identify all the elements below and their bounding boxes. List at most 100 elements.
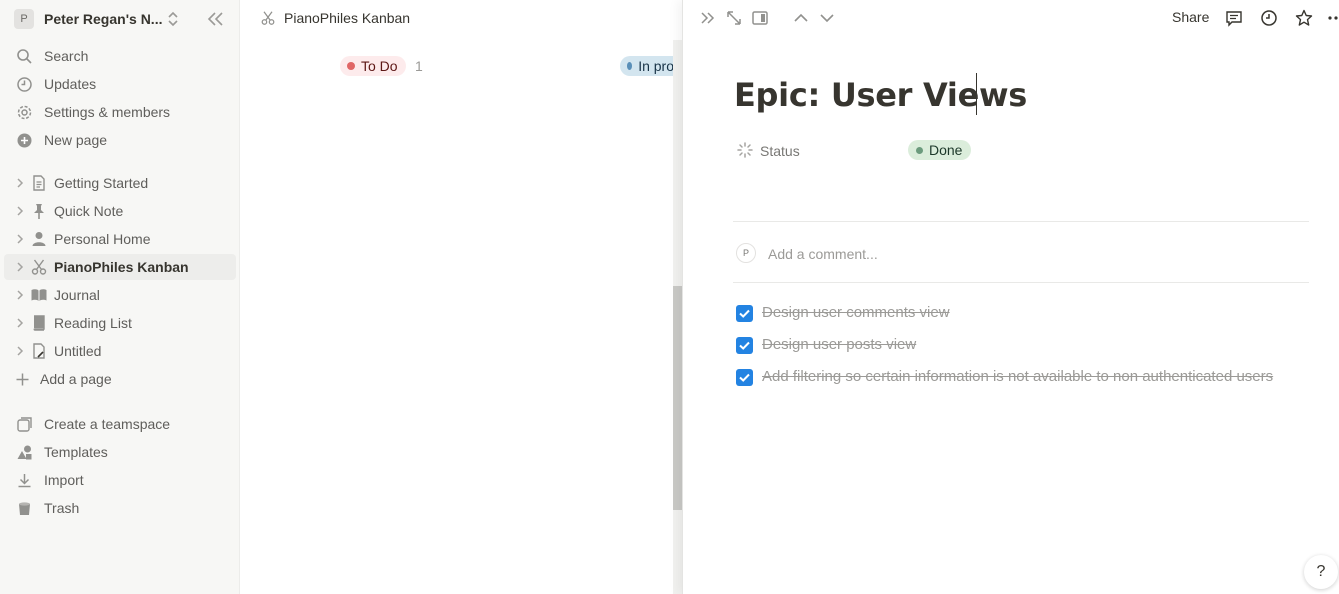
expand-icon[interactable] bbox=[725, 9, 743, 27]
sidebar-item-label: Untitled bbox=[54, 343, 102, 359]
search-icon bbox=[17, 49, 32, 64]
trash-button[interactable]: Trash bbox=[4, 495, 236, 521]
sidebar-item-getting-started[interactable]: Getting Started bbox=[4, 170, 236, 196]
workspace-avatar: P bbox=[14, 9, 34, 29]
status-dot bbox=[347, 62, 355, 70]
chevron-down-icon[interactable] bbox=[818, 9, 836, 27]
workspace-name: Peter Regan's N... bbox=[44, 11, 163, 27]
download-icon bbox=[18, 474, 31, 488]
sidebar-item-label: Journal bbox=[54, 287, 100, 303]
nav-label: Import bbox=[44, 472, 84, 488]
shapes-icon bbox=[17, 445, 32, 460]
share-button[interactable]: Share bbox=[1172, 9, 1209, 25]
sidebar-item-label: Getting Started bbox=[54, 175, 149, 191]
comment-icon[interactable] bbox=[1225, 9, 1243, 27]
plus-circle-icon bbox=[17, 133, 32, 148]
scissors-icon bbox=[261, 11, 275, 25]
sidebar-item-journal[interactable]: Journal bbox=[4, 282, 236, 308]
chevron-up-icon[interactable] bbox=[792, 9, 810, 27]
collapse-sidebar-icon[interactable] bbox=[206, 10, 226, 28]
checkbox[interactable] bbox=[736, 369, 753, 386]
chevron-up-down-icon[interactable] bbox=[166, 10, 180, 28]
help-button[interactable]: ? bbox=[1304, 555, 1338, 589]
status-dot bbox=[627, 62, 633, 70]
todo-text[interactable]: Add filtering so certain information is … bbox=[762, 365, 1292, 389]
board-scrollbar-thumb[interactable] bbox=[673, 286, 682, 510]
sidebar-item-personal-home[interactable]: Personal Home bbox=[4, 226, 236, 252]
page-title[interactable]: Epic: User Views bbox=[734, 76, 1027, 114]
add-page-label: Add a page bbox=[40, 371, 112, 387]
check-icon bbox=[739, 309, 750, 318]
sidebar-item-label: PianoPhiles Kanban bbox=[54, 259, 189, 275]
sidebar-item-label: Personal Home bbox=[54, 231, 151, 247]
chevron-right-icon[interactable] bbox=[14, 345, 26, 357]
nav-search[interactable]: Search bbox=[4, 43, 236, 69]
app-window: P Peter Regan's N... Search Updates Sett… bbox=[0, 0, 1339, 594]
sidebar-item-label: Reading List bbox=[54, 315, 132, 331]
comment-input[interactable]: Add a comment... bbox=[768, 246, 878, 262]
side-peek-icon[interactable] bbox=[751, 9, 769, 27]
plus-icon bbox=[16, 373, 29, 386]
trash-icon bbox=[19, 502, 30, 515]
book-open-icon bbox=[31, 289, 47, 301]
nav-new-page[interactable]: New page bbox=[4, 127, 236, 153]
templates-button[interactable]: Templates bbox=[4, 439, 236, 465]
workspace-switcher[interactable]: P Peter Regan's N... bbox=[14, 8, 234, 30]
checkbox[interactable] bbox=[736, 337, 753, 354]
history-icon[interactable] bbox=[1260, 9, 1278, 27]
status-dot bbox=[916, 146, 923, 154]
document-icon bbox=[33, 175, 45, 191]
document-edit-icon bbox=[33, 343, 45, 359]
nav-settings[interactable]: Settings & members bbox=[4, 99, 236, 125]
nav-label: New page bbox=[44, 132, 108, 148]
chevron-right-icon[interactable] bbox=[14, 177, 26, 189]
scissors-icon bbox=[31, 259, 47, 275]
nav-label: Updates bbox=[44, 76, 97, 92]
create-teamspace-button[interactable]: Create a teamspace bbox=[4, 411, 236, 437]
divider bbox=[733, 221, 1309, 222]
page-peek-panel: Share Epic: User Views Status Done P Add… bbox=[682, 0, 1339, 594]
gear-icon bbox=[17, 105, 32, 120]
check-icon bbox=[739, 341, 750, 350]
star-icon[interactable] bbox=[1295, 9, 1313, 27]
teamspace-icon bbox=[17, 417, 32, 432]
chevron-right-icon[interactable] bbox=[14, 205, 26, 217]
sidebar-item-pianophiles-kanban[interactable]: PianoPhiles Kanban bbox=[4, 254, 236, 280]
status-badge[interactable]: Done bbox=[908, 140, 972, 160]
pin-icon bbox=[34, 204, 44, 219]
chevron-right-icon[interactable] bbox=[14, 289, 26, 301]
breadcrumb[interactable]: PianoPhiles Kanban bbox=[260, 10, 410, 26]
nav-label: Settings & members bbox=[44, 104, 171, 120]
import-button[interactable]: Import bbox=[4, 467, 236, 493]
todo-text[interactable]: Design user posts view bbox=[762, 333, 1292, 357]
loading-spinner-icon bbox=[737, 142, 753, 158]
sidebar-item-reading-list[interactable]: Reading List bbox=[4, 310, 236, 336]
todo-text[interactable]: Design user comments view bbox=[762, 301, 1292, 325]
sidebar-item-untitled[interactable]: Untitled bbox=[4, 338, 236, 364]
person-icon bbox=[32, 232, 46, 246]
nav-label: Create a teamspace bbox=[44, 416, 171, 432]
sidebar: P Peter Regan's N... Search Updates Sett… bbox=[0, 0, 240, 594]
book-icon bbox=[33, 315, 45, 331]
checkbox[interactable] bbox=[736, 305, 753, 322]
add-page-button[interactable]: Add a page bbox=[4, 366, 236, 392]
chevron-right-icon[interactable] bbox=[14, 317, 26, 329]
divider bbox=[733, 282, 1309, 283]
group-label: In pro bbox=[638, 58, 674, 74]
text-cursor bbox=[976, 73, 977, 115]
nav-updates[interactable]: Updates bbox=[4, 71, 236, 97]
chevron-right-icon[interactable] bbox=[14, 261, 26, 273]
chevron-right-icon[interactable] bbox=[14, 233, 26, 245]
nav-label: Trash bbox=[44, 500, 80, 516]
status-value: Done bbox=[929, 142, 963, 158]
sidebar-item-label: Quick Note bbox=[54, 203, 124, 219]
check-icon bbox=[739, 373, 750, 382]
property-label[interactable]: Status bbox=[760, 143, 800, 159]
group-header-todo[interactable]: To Do bbox=[340, 56, 406, 76]
nav-label: Templates bbox=[44, 444, 108, 460]
more-icon[interactable] bbox=[1328, 9, 1339, 27]
close-peek-icon[interactable] bbox=[699, 9, 717, 27]
nav-label: Search bbox=[44, 48, 89, 64]
breadcrumb-label: PianoPhiles Kanban bbox=[284, 10, 411, 26]
sidebar-item-quick-note[interactable]: Quick Note bbox=[4, 198, 236, 224]
